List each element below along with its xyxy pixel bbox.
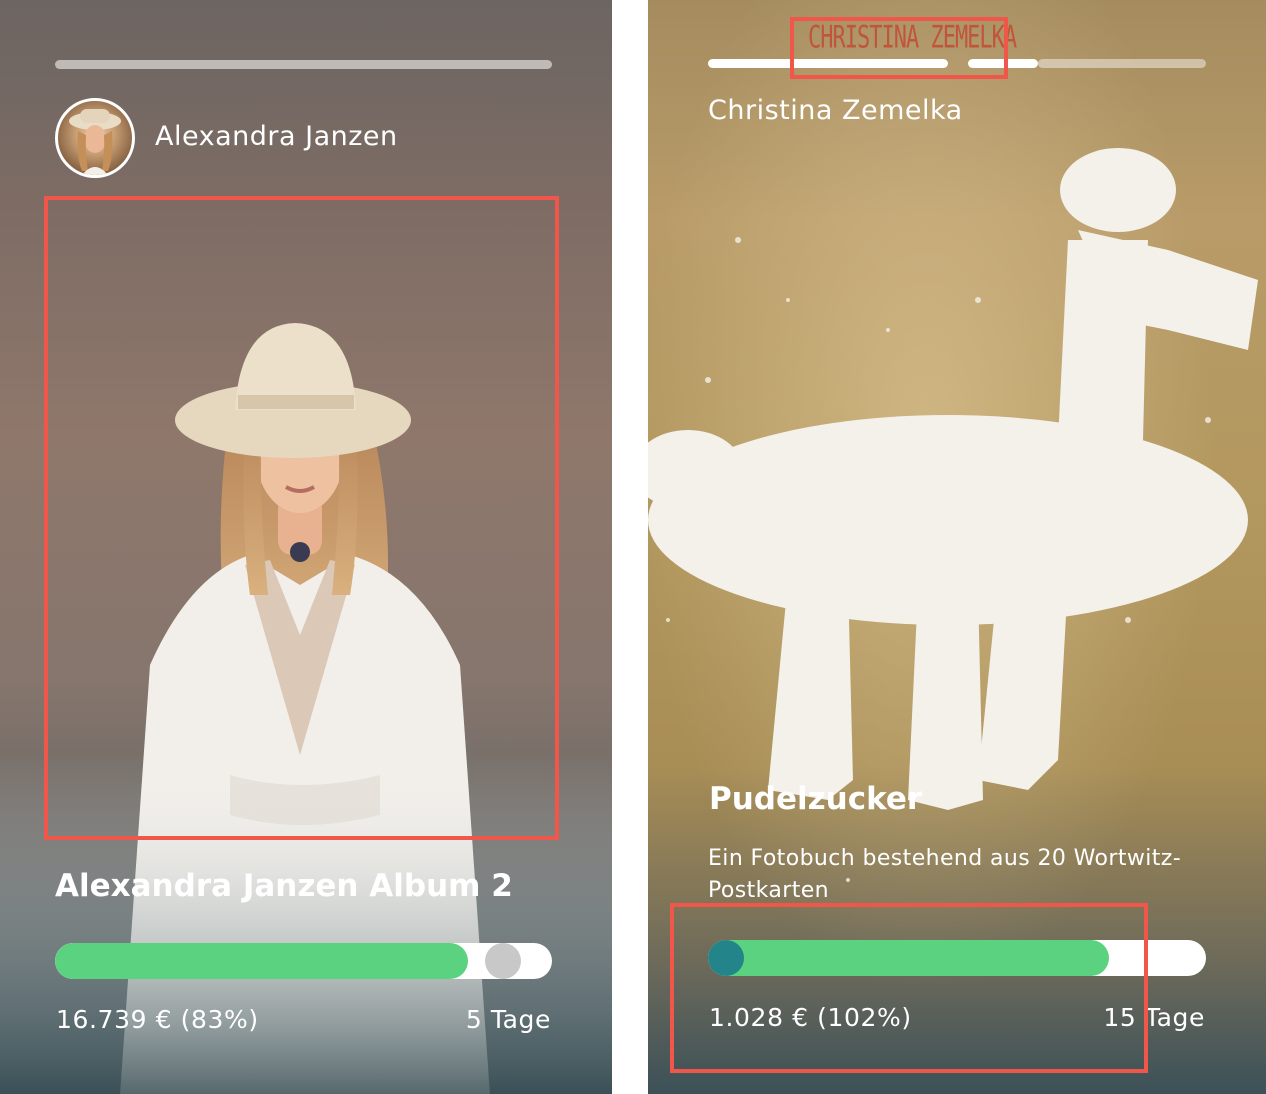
watermark-highlight-box [790,17,1008,79]
creator-avatar[interactable] [55,98,135,178]
project-card-pudelzucker[interactable]: CHRISTINA ZEMELKA Christina Zemelka Pude… [648,0,1266,1094]
story-progress-bar-3 [1038,59,1206,68]
project-title[interactable]: Pudelzucker [709,781,922,817]
story-progress-bar [55,60,552,69]
person-portrait-icon [69,109,121,175]
days-remaining: 5 Tage [465,1005,551,1034]
funding-highlight-box [670,903,1148,1073]
project-title[interactable]: Alexandra Janzen Album 2 [55,868,513,904]
creator-name[interactable]: Alexandra Janzen [155,121,398,152]
project-card-alexandra[interactable]: Alexandra Janzen Alexandra Janzen Album … [0,0,612,1094]
image-highlight-box [44,196,559,840]
creator-name[interactable]: Christina Zemelka [708,95,963,126]
funding-amount: 16.739 € (83%) [56,1005,259,1034]
funding-progress-bar [55,943,552,979]
funding-progress-fill [55,943,468,979]
funding-progress-knob [485,943,521,979]
project-description: Ein Fotobuch bestehend aus 20 Wortwitz-P… [708,846,1182,903]
